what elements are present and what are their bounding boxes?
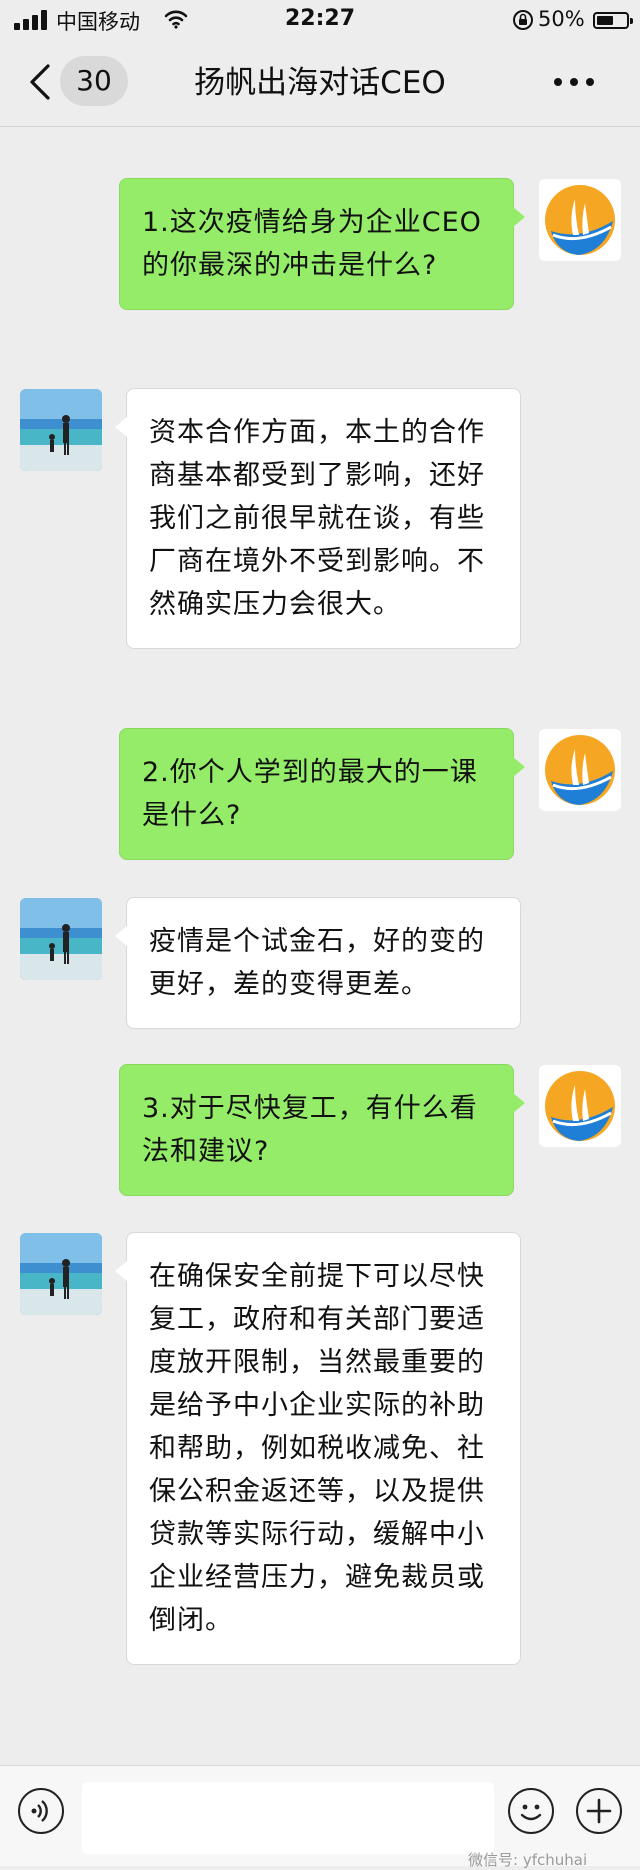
chat-header: 30 扬帆出海对话CEO <box>0 40 640 127</box>
avatar[interactable] <box>539 179 621 261</box>
chat-title: 扬帆出海对话CEO <box>194 65 446 101</box>
message-input[interactable] <box>82 1782 494 1854</box>
beach-photo-icon <box>20 898 102 980</box>
message-bubble-outgoing[interactable]: 2.你个人学到的最大的一课是什么? <box>119 728 525 860</box>
sail-logo-icon <box>545 1071 615 1141</box>
message-bubble-incoming[interactable]: 疫情是个试金石，好的变的更好，差的变得更差。 <box>115 897 521 1029</box>
rotation-lock-icon <box>513 10 533 30</box>
sail-logo-icon <box>545 185 615 255</box>
avatar[interactable] <box>539 1065 621 1147</box>
avatar[interactable] <box>20 898 102 980</box>
avatar[interactable] <box>20 1233 102 1315</box>
beach-photo-icon <box>20 1233 102 1315</box>
message-bubble-incoming[interactable]: 资本合作方面，本土的合作商基本都受到了影响，还好我们之前很早就在谈，有些厂商在境… <box>115 388 521 649</box>
voice-icon[interactable] <box>18 1788 64 1834</box>
battery-icon <box>593 12 633 29</box>
avatar[interactable] <box>20 389 102 471</box>
avatar[interactable] <box>539 729 621 811</box>
watermark: 微信号: yfchuhai <box>468 1851 588 1869</box>
battery-percent: 50% <box>538 7 585 31</box>
plus-icon[interactable] <box>576 1788 622 1834</box>
beach-photo-icon <box>20 389 102 471</box>
sail-logo-icon <box>545 735 615 805</box>
more-icon[interactable] <box>552 70 596 94</box>
emoji-icon[interactable] <box>508 1788 554 1834</box>
message-bubble-outgoing[interactable]: 1.这次疫情给身为企业CEO的你最深的冲击是什么? <box>119 178 525 310</box>
message-bubble-incoming[interactable]: 在确保安全前提下可以尽快复工，政府和有关部门要适度放开限制，当然最重要的是给予中… <box>115 1232 521 1665</box>
status-bar: 中国移动 22:27 50% <box>0 0 640 40</box>
message-bubble-outgoing[interactable]: 3.对于尽快复工，有什么看法和建议? <box>119 1064 525 1196</box>
